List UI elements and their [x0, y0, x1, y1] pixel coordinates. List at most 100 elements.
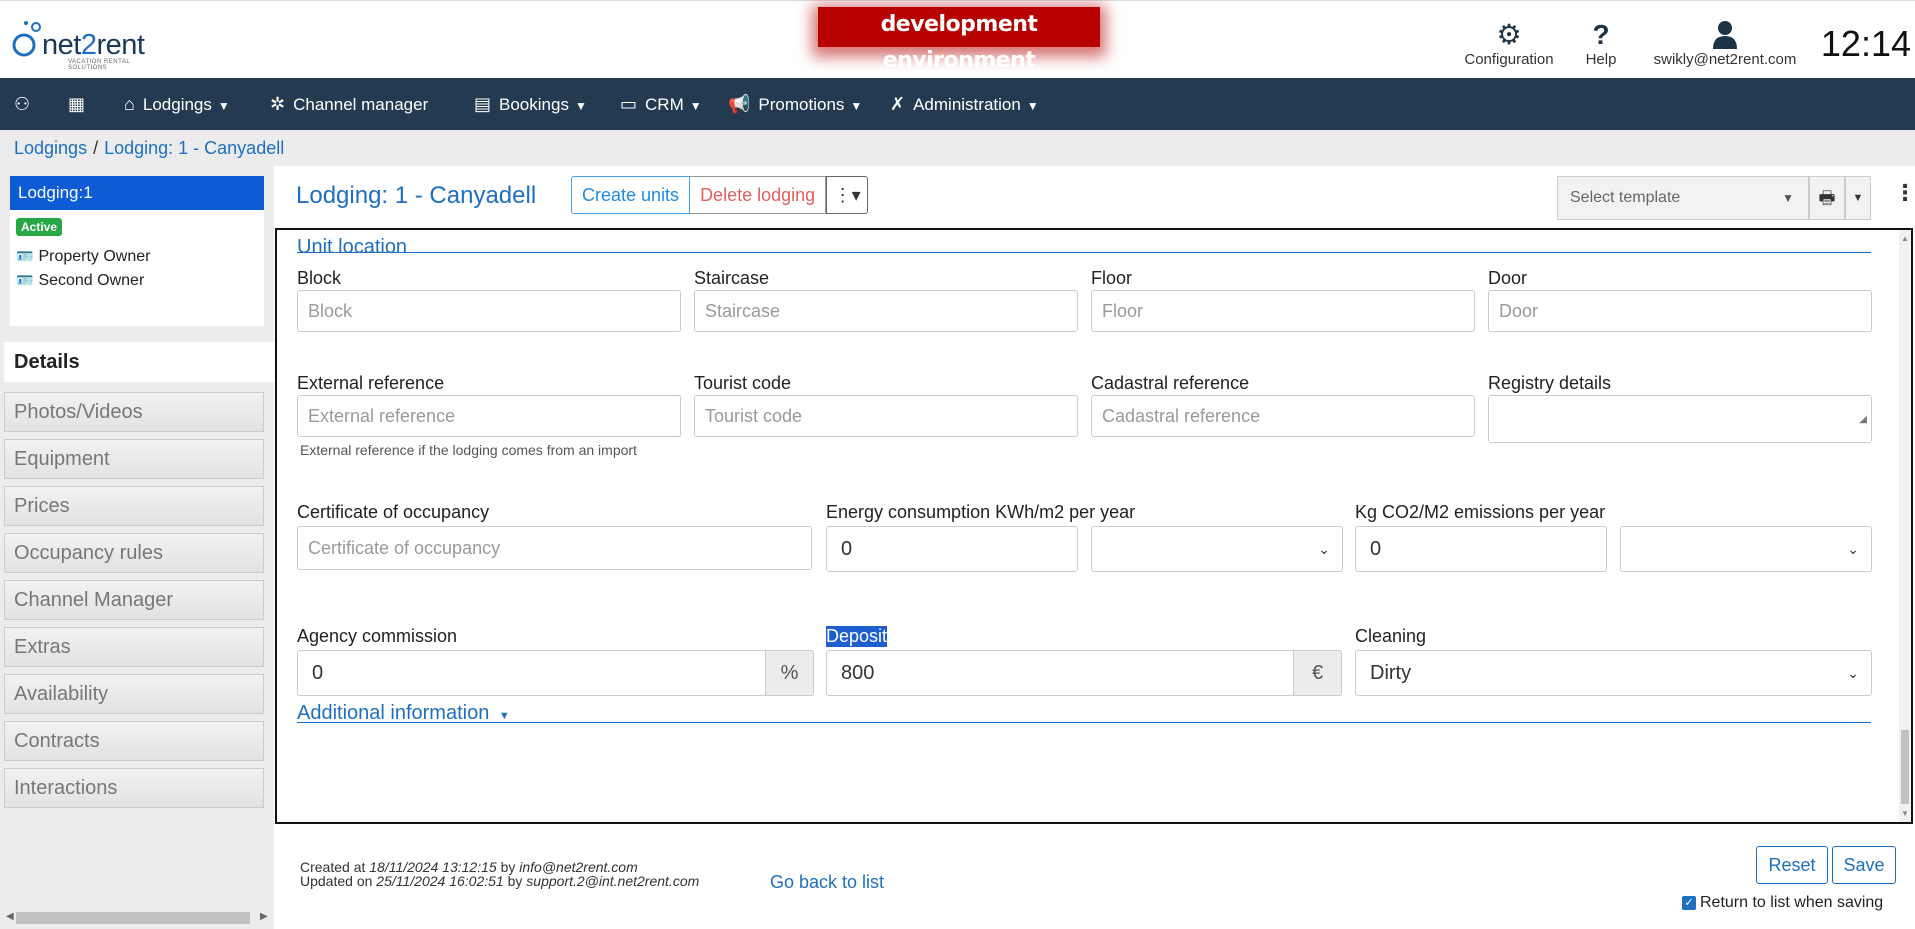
cleaning-label: Cleaning: [1355, 626, 1427, 646]
nav-crm[interactable]: ▭ CRM ▼: [620, 78, 702, 130]
agency-commission-input[interactable]: 0: [297, 650, 766, 696]
euro-addon: €: [1294, 650, 1342, 696]
co2-emissions-label: Kg CO2/M2 emissions per year: [1355, 502, 1606, 522]
nav-dashboard[interactable]: ⚇: [14, 78, 38, 130]
form-footer: Created at 18/11/2024 13:12:15 by info@n…: [274, 826, 1915, 929]
scrollbar-thumb[interactable]: [16, 912, 250, 924]
chevron-down-icon: ▼: [689, 99, 702, 113]
tab-channel-manager[interactable]: Channel Manager: [4, 580, 264, 620]
percent-addon: %: [766, 650, 814, 696]
nav-bookings[interactable]: ▤ Bookings ▼: [474, 78, 587, 130]
scroll-up-icon[interactable]: ▲: [1901, 234, 1909, 243]
go-back-link[interactable]: Go back to list: [770, 872, 884, 893]
block-input[interactable]: Block: [297, 290, 681, 332]
main-navbar: ⚇ ▦ ⌂ Lodgings ▼ ✲ Channel manager ▤ Booking…: [0, 78, 1915, 130]
owner-item[interactable]: 🪪 Property Owner: [16, 248, 264, 266]
staircase-input[interactable]: Staircase: [694, 290, 1078, 332]
owner-item[interactable]: 🪪 Second Owner: [16, 272, 264, 290]
nav-promotions[interactable]: 📢 Promotions ▼: [728, 78, 862, 130]
section-divider: [297, 722, 1871, 723]
tab-details[interactable]: Details: [4, 342, 274, 382]
scroll-right-icon[interactable]: ▶: [260, 911, 268, 922]
nav-administration[interactable]: ✗ Administration ▼: [890, 78, 1039, 130]
chevron-down-icon: ⌄: [1318, 541, 1330, 557]
additional-information-title: Additional information: [297, 702, 490, 724]
tab-occupancy-rules[interactable]: Occupancy rules: [4, 533, 264, 573]
energy-consumption-input[interactable]: 0: [826, 526, 1078, 572]
tab-interactions[interactable]: Interactions: [4, 768, 264, 808]
calendar-icon: ▦: [68, 94, 86, 114]
status-badge: Active: [16, 218, 63, 236]
tab-prices[interactable]: Prices: [4, 486, 264, 526]
user-menu[interactable]: swikly@net2rent.com: [1640, 19, 1810, 68]
tourist-code-input[interactable]: Tourist code: [694, 395, 1078, 437]
tab-photos-videos[interactable]: Photos/Videos: [4, 392, 264, 432]
print-options-button[interactable]: ▼: [1845, 176, 1871, 220]
scrollbar-thumb[interactable]: [1901, 730, 1909, 804]
co2-emissions-input[interactable]: 0: [1355, 526, 1607, 572]
scroll-down-icon[interactable]: ▼: [1901, 809, 1909, 818]
horizontal-scrollbar[interactable]: ◀ ▶: [0, 908, 272, 928]
owner-name: Property Owner: [38, 248, 151, 265]
tab-contracts[interactable]: Contracts: [4, 721, 264, 761]
net2rent-logo[interactable]: net2rent VACATION RENTAL SOLUTIONS: [8, 15, 158, 71]
external-reference-help: External reference if the lodging comes …: [300, 442, 637, 458]
external-reference-input[interactable]: External reference: [297, 395, 681, 437]
nav-calendar[interactable]: ▦: [68, 78, 93, 130]
nav-channel-manager[interactable]: ✲ Channel manager: [270, 78, 428, 130]
door-label: Door: [1488, 268, 1528, 288]
action-button-group: Create units Delete lodging ⋮▾: [571, 176, 869, 214]
nav-lodgings-label: Lodgings: [142, 95, 212, 114]
certificate-input[interactable]: Certificate of occupancy: [297, 526, 812, 570]
resize-handle-icon[interactable]: ◢: [1859, 400, 1867, 440]
floor-input[interactable]: Floor: [1091, 290, 1475, 332]
cleaning-select[interactable]: Dirty ⌄: [1355, 650, 1872, 696]
page-title: Lodging: 1 - Canyadell: [296, 182, 537, 209]
configuration-label: Configuration: [1464, 51, 1554, 68]
tab-extras[interactable]: Extras: [4, 627, 264, 667]
breadcrumb-current[interactable]: Lodging: 1 - Canyadell: [104, 138, 284, 158]
tab-availability[interactable]: Availability: [4, 674, 264, 714]
help-link[interactable]: ? Help: [1578, 19, 1624, 68]
environment-banner: development environment: [818, 7, 1100, 73]
breadcrumb-bar: Lodgings / Lodging: 1 - Canyadell: [0, 130, 1915, 166]
unit-location-title[interactable]: Unit location: [297, 236, 407, 259]
configuration-link[interactable]: ⚙ Configuration: [1456, 19, 1562, 68]
template-select[interactable]: Select template ▼: [1557, 176, 1809, 220]
nav-promotions-label: Promotions: [758, 95, 845, 114]
tab-equipment[interactable]: Equipment: [4, 439, 264, 479]
certificate-label: Certificate of occupancy: [297, 502, 490, 522]
clock: 12:14: [1820, 23, 1911, 64]
caret-down-icon: ▼: [1782, 191, 1794, 205]
main-content: Lodging: 1 - Canyadell Create units Dele…: [274, 166, 1915, 929]
user-icon: [1640, 19, 1810, 51]
vertical-scrollbar[interactable]: ▲ ▼: [1899, 230, 1911, 822]
return-to-list-checkbox[interactable]: ✓ Return to list when saving: [1682, 894, 1883, 912]
co2-rating-select[interactable]: ⌄: [1620, 526, 1872, 572]
door-input[interactable]: Door: [1488, 290, 1872, 332]
more-actions-button[interactable]: ⋮▾: [826, 176, 869, 214]
cadastral-reference-input[interactable]: Cadastral reference: [1091, 395, 1475, 437]
scroll-left-icon[interactable]: ◀: [6, 911, 14, 922]
nav-lodgings[interactable]: ⌂ Lodgings ▼: [124, 78, 230, 130]
id-card-icon: ▭: [620, 94, 638, 114]
id-card-icon: 🪪: [16, 248, 34, 264]
vertical-dots-icon: ⋮▾: [833, 185, 861, 205]
create-units-button[interactable]: Create units: [571, 176, 691, 214]
caret-down-icon: ▼: [498, 710, 510, 722]
sidebar: Lodging:1 Active 🪪 Property Owner 🪪 Second…: [0, 166, 274, 929]
print-button[interactable]: 🖶: [1809, 176, 1845, 220]
save-button[interactable]: Save: [1832, 846, 1896, 884]
delete-lodging-button[interactable]: Delete lodging: [690, 176, 827, 214]
kebab-menu-icon[interactable]: ⋮: [1894, 180, 1915, 206]
help-label: Help: [1585, 51, 1617, 68]
network-icon: ✲: [270, 94, 286, 114]
deposit-input[interactable]: 800: [826, 650, 1294, 696]
breadcrumb-lodgings[interactable]: Lodgings: [14, 138, 87, 158]
top-bar: net2rent VACATION RENTAL SOLUTIONS devel…: [0, 0, 1915, 78]
energy-rating-select[interactable]: ⌄: [1091, 526, 1343, 572]
reset-button[interactable]: Reset: [1756, 846, 1828, 884]
checkbox-checked-icon[interactable]: ✓: [1682, 896, 1696, 910]
registry-details-textarea[interactable]: ◢: [1488, 395, 1872, 443]
question-icon: ?: [1592, 19, 1610, 50]
